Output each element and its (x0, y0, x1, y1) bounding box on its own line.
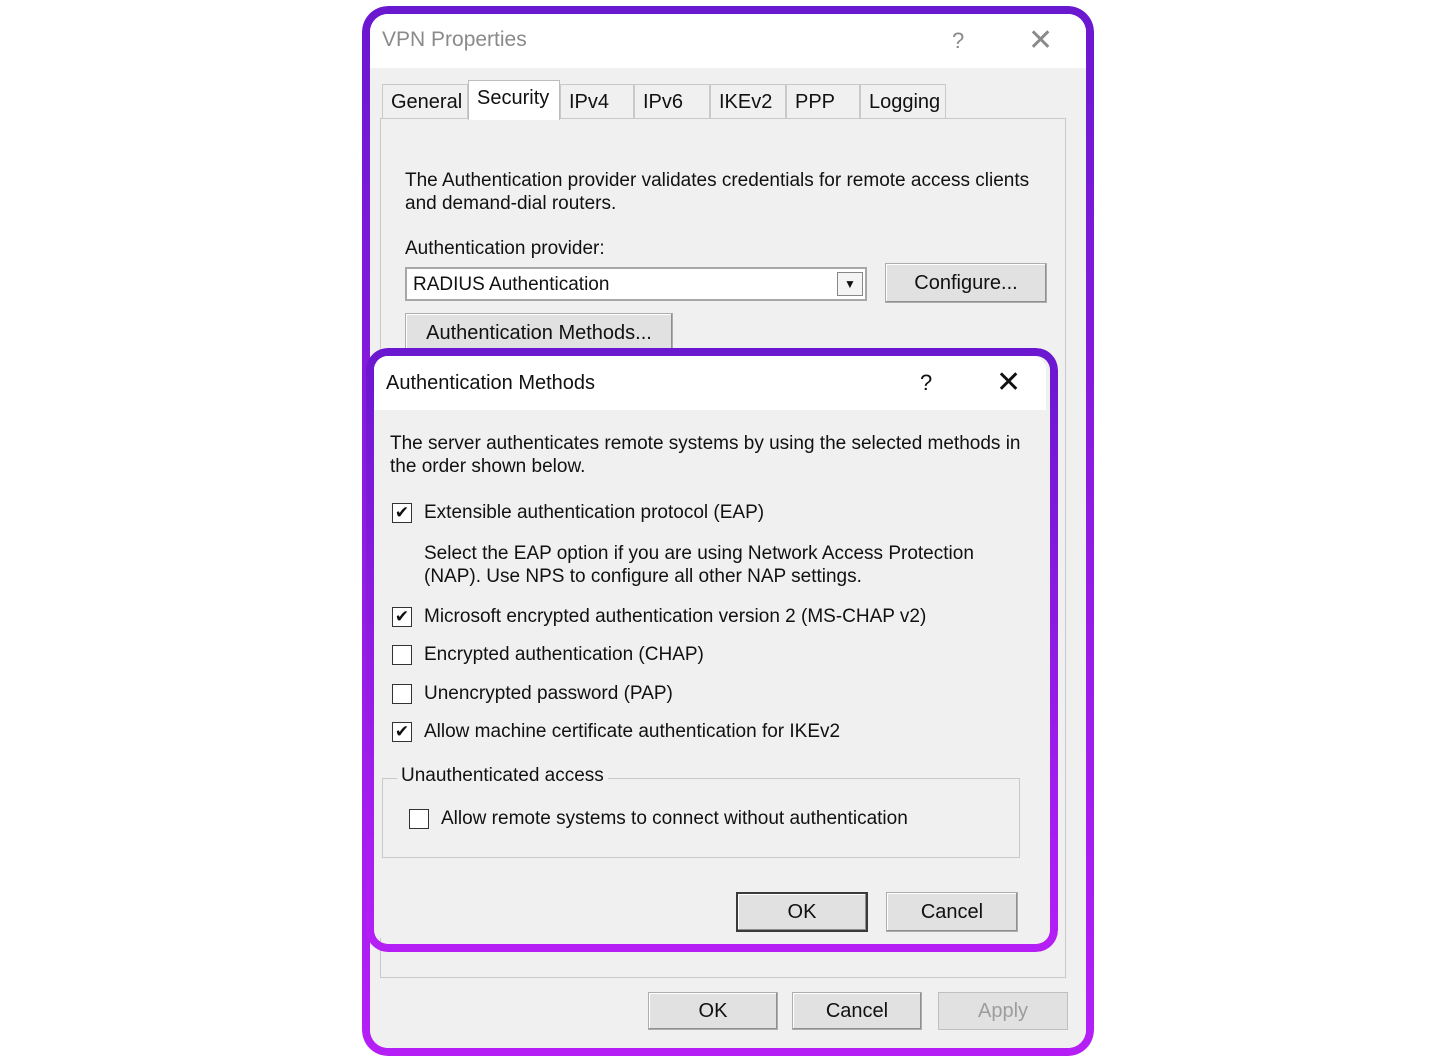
auth-window-title: Authentication Methods (386, 372, 596, 394)
chap-checkbox-label[interactable]: Encrypted authentication (CHAP) (424, 644, 704, 666)
help-icon[interactable]: ? (920, 370, 932, 396)
eap-note-line: (NAP). Use NPS to configure all other NA… (424, 566, 862, 587)
unauthenticated-access-checkbox-label[interactable]: Allow remote systems to connect without … (441, 808, 908, 830)
tab-label: PPP (795, 91, 836, 113)
tab-ikev2[interactable]: IKEv2 (710, 84, 786, 118)
auth-title-bar: Authentication Methods ? ✕ (374, 356, 1046, 410)
close-icon[interactable]: ✕ (996, 368, 1021, 398)
vpn-window-title: VPN Properties (382, 28, 527, 51)
unauthenticated-access-legend: Unauthenticated access (397, 765, 608, 787)
ikev2-cert-checkbox[interactable]: ✔ (392, 722, 412, 742)
tab-ppp[interactable]: PPP (786, 84, 860, 118)
configure-button[interactable]: Configure... (885, 263, 1047, 303)
provider-description: The Authentication provider validates cr… (405, 169, 1065, 215)
tab-label: IPv6 (643, 91, 684, 113)
chevron-down-icon[interactable]: ▼ (837, 272, 863, 296)
pap-checkbox-label[interactable]: Unencrypted password (PAP) (424, 683, 673, 705)
authentication-methods-button[interactable]: Authentication Methods... (405, 313, 673, 353)
mschapv2-checkbox-label[interactable]: Microsoft encrypted authentication versi… (424, 606, 926, 628)
provider-dropdown-value: RADIUS Authentication (413, 274, 610, 295)
eap-checkbox[interactable]: ✔ (392, 503, 412, 523)
tab-general[interactable]: General (382, 84, 468, 118)
ikev2-cert-checkbox-label[interactable]: Allow machine certificate authentication… (424, 721, 840, 743)
tab-security[interactable]: Security (468, 80, 560, 120)
eap-note: Select the EAP option if you are using N… (424, 542, 1034, 588)
auth-intro-line: The server authenticates remote systems … (390, 433, 1021, 454)
vpn-apply-button[interactable]: Apply (938, 992, 1068, 1030)
eap-checkbox-label[interactable]: Extensible authentication protocol (EAP) (424, 502, 764, 524)
auth-cancel-button[interactable]: Cancel (886, 892, 1018, 932)
tab-label: General (391, 91, 463, 113)
unauthenticated-access-checkbox[interactable] (409, 809, 429, 829)
tab-ipv6[interactable]: IPv6 (634, 84, 710, 118)
mschapv2-checkbox[interactable]: ✔ (392, 607, 412, 627)
vpn-ok-button[interactable]: OK (648, 992, 778, 1030)
provider-description-line: and demand-dial routers. (405, 193, 617, 214)
auth-intro: The server authenticates remote systems … (390, 432, 1040, 478)
tab-label: Logging (869, 91, 941, 113)
pap-checkbox[interactable] (392, 684, 412, 704)
eap-note-line: Select the EAP option if you are using N… (424, 543, 974, 564)
help-icon[interactable]: ? (952, 28, 964, 54)
vpn-title-bar: VPN Properties ? ✕ (370, 14, 1086, 68)
close-icon[interactable]: ✕ (1028, 26, 1053, 56)
tab-label: IKEv2 (719, 91, 773, 113)
auth-intro-line: the order shown below. (390, 456, 586, 477)
tab-logging[interactable]: Logging (860, 84, 946, 118)
provider-description-line: The Authentication provider validates cr… (405, 170, 1030, 191)
tab-label: Security (477, 87, 550, 109)
provider-label: Authentication provider: (405, 238, 605, 259)
unauthenticated-access-group: Unauthenticated access Allow remote syst… (382, 765, 1020, 858)
auth-ok-button[interactable]: OK (736, 892, 868, 932)
vpn-cancel-button[interactable]: Cancel (792, 992, 922, 1030)
chap-checkbox[interactable] (392, 645, 412, 665)
authentication-methods-window: Authentication Methods ? ✕ The server au… (374, 356, 1046, 940)
tab-ipv4[interactable]: IPv4 (560, 84, 634, 118)
tab-label: IPv4 (569, 91, 610, 113)
provider-dropdown[interactable]: RADIUS Authentication ▼ (405, 267, 867, 301)
